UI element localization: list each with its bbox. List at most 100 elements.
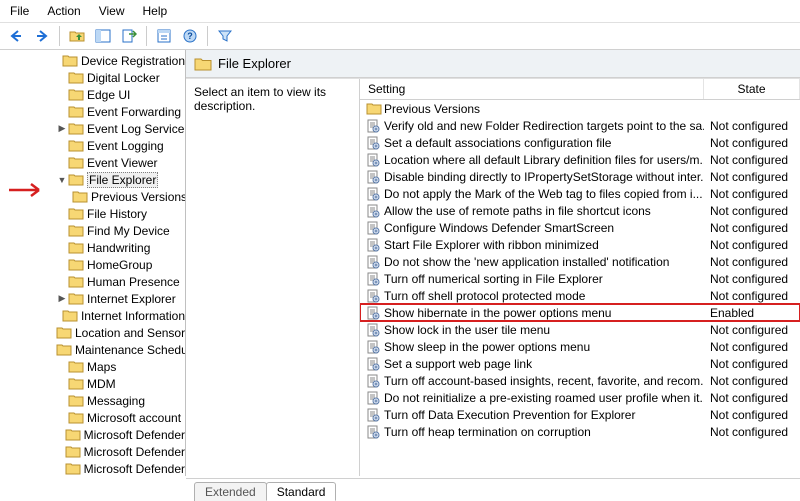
folder-icon — [68, 394, 84, 408]
tree-item[interactable]: Messaging — [12, 392, 185, 409]
result-tabs: Extended Standard — [186, 478, 800, 500]
setting-row[interactable]: Do not apply the Mark of the Web tag to … — [360, 185, 800, 202]
setting-cell: Turn off account-based insights, recent,… — [360, 374, 704, 388]
properties-button[interactable] — [152, 25, 176, 47]
policy-icon — [366, 238, 380, 252]
tree-item[interactable]: Handwriting — [12, 239, 185, 256]
column-setting[interactable]: Setting — [360, 79, 704, 99]
setting-row[interactable]: Disable binding directly to IPropertySet… — [360, 168, 800, 185]
tree-item[interactable]: ▶Event Log Service — [12, 120, 185, 137]
tree-item[interactable]: Event Viewer — [12, 154, 185, 171]
menu-action[interactable]: Action — [47, 4, 80, 18]
back-button[interactable] — [4, 25, 28, 47]
tree-item[interactable]: Edge UI — [12, 86, 185, 103]
folder-up-icon — [69, 28, 85, 44]
setting-row[interactable]: Turn off account-based insights, recent,… — [360, 372, 800, 389]
setting-row[interactable]: Do not show the 'new application install… — [360, 253, 800, 270]
tree-item[interactable]: ▶Internet Explorer — [12, 290, 185, 307]
setting-label: Show hibernate in the power options menu — [384, 306, 611, 320]
tree-item[interactable]: MDM — [12, 375, 185, 392]
policy-icon — [366, 204, 380, 218]
tree-item[interactable]: Event Forwarding — [12, 103, 185, 120]
tree-item[interactable]: Maps — [12, 358, 185, 375]
state-cell: Not configured — [704, 391, 800, 405]
tree-item[interactable]: Maintenance Scheduler — [12, 341, 185, 358]
setting-row[interactable]: Turn off shell protocol protected modeNo… — [360, 287, 800, 304]
filter-button[interactable] — [213, 25, 237, 47]
help-button[interactable]: ? — [178, 25, 202, 47]
column-state[interactable]: State — [704, 79, 800, 99]
setting-row[interactable]: Allow the use of remote paths in file sh… — [360, 202, 800, 219]
tree-item[interactable]: Event Logging — [12, 137, 185, 154]
setting-label: Show sleep in the power options menu — [384, 340, 590, 354]
tree-item[interactable]: Internet Information — [12, 307, 185, 324]
policy-icon — [366, 425, 380, 439]
setting-row[interactable]: Turn off numerical sorting in File Explo… — [360, 270, 800, 287]
tree-item[interactable]: Microsoft account — [12, 409, 185, 426]
tree-item-label: Previous Versions — [91, 190, 186, 204]
setting-label: Do not show the 'new application install… — [384, 255, 669, 269]
setting-label: Do not apply the Mark of the Web tag to … — [384, 187, 703, 201]
tab-standard[interactable]: Standard — [266, 482, 337, 501]
setting-row[interactable]: Turn off Data Execution Prevention for E… — [360, 406, 800, 423]
tree-pane[interactable]: Device RegistrationDigital LockerEdge UI… — [0, 50, 186, 476]
setting-row[interactable]: Show sleep in the power options menuNot … — [360, 338, 800, 355]
tree-item[interactable]: Microsoft Defender — [12, 426, 185, 443]
setting-label: Turn off heap termination on corruption — [384, 425, 591, 439]
tree-item[interactable]: Microsoft Defender — [12, 460, 185, 476]
setting-row[interactable]: Turn off heap termination on corruptionN… — [360, 423, 800, 440]
up-button[interactable] — [65, 25, 89, 47]
tree-item[interactable]: Digital Locker — [12, 69, 185, 86]
tree-item[interactable]: Previous Versions — [12, 188, 185, 205]
policy-icon — [366, 221, 380, 235]
setting-row[interactable]: Location where all default Library defin… — [360, 151, 800, 168]
setting-cell: Turn off Data Execution Prevention for E… — [360, 408, 704, 422]
menu-view[interactable]: View — [99, 4, 125, 18]
list-header[interactable]: Setting State — [360, 79, 800, 100]
chevron-icon[interactable]: ▶ — [56, 123, 68, 134]
setting-label: Verify old and new Folder Redirection ta… — [384, 119, 704, 133]
setting-row[interactable]: Verify old and new Folder Redirection ta… — [360, 117, 800, 134]
settings-list[interactable]: Setting State Previous Versions Verify ol… — [360, 79, 800, 476]
setting-label: Set a support web page link — [384, 357, 532, 371]
setting-row[interactable]: Show hibernate in the power options menu… — [360, 304, 800, 321]
tree-item[interactable]: Device Registration — [12, 52, 185, 69]
tree-item[interactable]: Find My Device — [12, 222, 185, 239]
main-area: Device RegistrationDigital LockerEdge UI… — [0, 50, 800, 476]
setting-row[interactable]: Set a support web page link Not configure… — [360, 355, 800, 372]
setting-row[interactable]: Previous Versions — [360, 100, 800, 117]
setting-row[interactable]: Do not reinitialize a pre-existing roame… — [360, 389, 800, 406]
tree-item[interactable]: HomeGroup — [12, 256, 185, 273]
state-cell: Not configured — [704, 374, 800, 388]
chevron-icon[interactable]: ▼ — [56, 175, 68, 185]
setting-row[interactable]: Configure Windows Defender SmartScreenNo… — [360, 219, 800, 236]
menu-help[interactable]: Help — [143, 4, 168, 18]
setting-cell: Do not reinitialize a pre-existing roame… — [360, 391, 704, 405]
tab-extended[interactable]: Extended — [194, 482, 267, 501]
setting-label: Disable binding directly to IPropertySet… — [384, 170, 704, 184]
tree-item[interactable]: Human Presence — [12, 273, 185, 290]
setting-label: Previous Versions — [384, 102, 480, 116]
setting-row[interactable]: Set a default associations configuration… — [360, 134, 800, 151]
folder-icon — [68, 156, 84, 170]
tree-item[interactable]: File History — [12, 205, 185, 222]
folder-icon — [68, 292, 84, 306]
tree-item-label: Human Presence — [87, 275, 180, 289]
policy-icon — [366, 272, 380, 286]
state-cell: Not configured — [704, 357, 800, 371]
tree-item-label: Maintenance Scheduler — [75, 343, 186, 357]
tree-item[interactable]: Location and Sensors — [12, 324, 185, 341]
chevron-icon[interactable]: ▶ — [56, 293, 68, 304]
show-hide-tree-button[interactable] — [91, 25, 115, 47]
menu-file[interactable]: File — [10, 4, 29, 18]
tree-item-label: Event Viewer — [87, 156, 157, 170]
tree-item-label: Microsoft Defender — [84, 445, 185, 459]
forward-button[interactable] — [30, 25, 54, 47]
setting-cell: Turn off shell protocol protected mode — [360, 289, 704, 303]
tree-item[interactable]: ▼File Explorer — [12, 171, 185, 188]
tree-item[interactable]: Microsoft Defender — [12, 443, 185, 460]
folder-icon — [194, 56, 212, 72]
setting-row[interactable]: Start File Explorer with ribbon minimize… — [360, 236, 800, 253]
setting-row[interactable]: Show lock in the user tile menuNot confi… — [360, 321, 800, 338]
export-list-button[interactable] — [117, 25, 141, 47]
